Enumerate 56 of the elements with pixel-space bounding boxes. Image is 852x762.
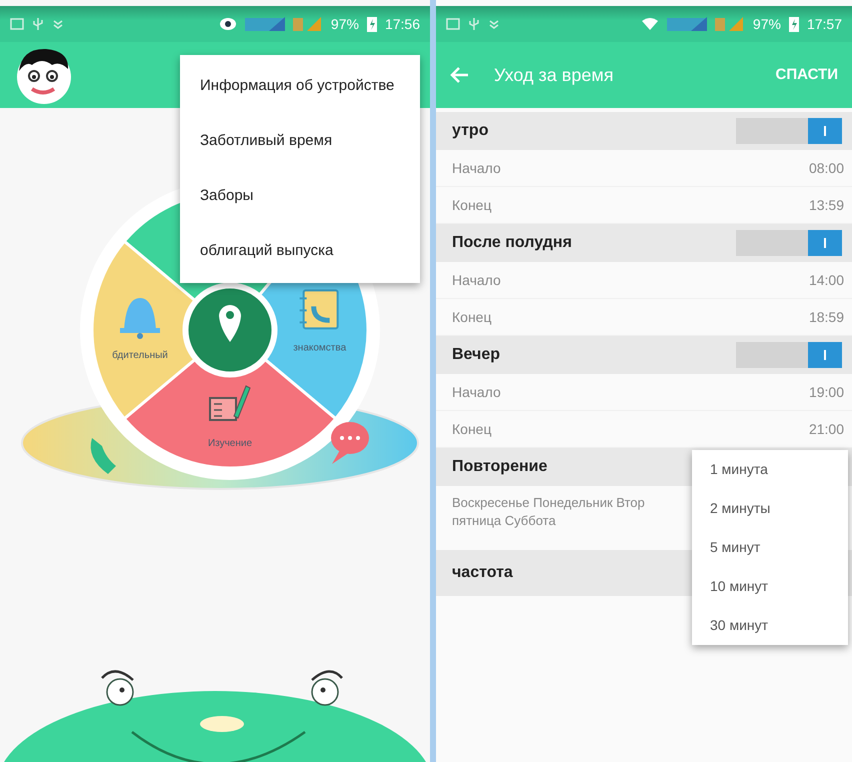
- menu-item[interactable]: облигаций выпуска: [180, 224, 420, 279]
- segment-label: знакомства: [293, 342, 346, 354]
- dropdown-option[interactable]: 1 минута: [692, 450, 848, 489]
- book-pencil-icon: [209, 385, 251, 421]
- toggle-thumb[interactable]: [808, 118, 842, 144]
- screen-title: Уход за время: [494, 64, 615, 87]
- row-label: Начало: [452, 158, 501, 178]
- row-label: Начало: [452, 270, 501, 290]
- usb-icon: [32, 17, 44, 31]
- wifi-icon: [640, 17, 659, 31]
- menu-item[interactable]: Заборы: [180, 169, 420, 224]
- dropdown-option[interactable]: 30 минут: [692, 606, 848, 645]
- battery-icon: [788, 16, 799, 32]
- chevron-icon: [52, 18, 64, 30]
- chat-bubble-icon[interactable]: [331, 422, 369, 464]
- toggle-switch[interactable]: [736, 342, 842, 368]
- row-label: Конец: [452, 308, 492, 327]
- location-pin-icon: [219, 305, 241, 342]
- clock: 17:57: [806, 14, 842, 34]
- dropdown-option[interactable]: 10 минут: [692, 567, 848, 606]
- battery-level: 97%: [330, 14, 359, 34]
- center-button[interactable]: [186, 286, 274, 374]
- section-title: частота: [452, 563, 513, 583]
- signal-icon: [666, 16, 707, 32]
- segment-label: бдительный: [112, 350, 168, 361]
- picture-icon: [10, 18, 24, 30]
- section-title: После полудня: [452, 233, 572, 253]
- back-arrow-icon[interactable]: [450, 66, 470, 84]
- toggle-switch[interactable]: [736, 230, 842, 256]
- toggle-thumb[interactable]: [808, 230, 842, 256]
- address-book-icon: [298, 289, 339, 330]
- chevron-icon: [488, 18, 500, 30]
- toggle-switch[interactable]: [736, 118, 842, 144]
- section-title: Вечер: [452, 345, 500, 365]
- usb-icon: [468, 17, 480, 31]
- segment-label: Изучение: [208, 438, 252, 449]
- battery-icon: [366, 16, 377, 32]
- section-title: утро: [452, 121, 488, 141]
- menu-item[interactable]: Информация об устройстве: [180, 59, 420, 114]
- dropdown-option[interactable]: 5 минут: [692, 528, 848, 567]
- signal-icon: [292, 16, 323, 32]
- row-label: Конец: [452, 196, 492, 215]
- toggle-thumb[interactable]: [808, 342, 842, 368]
- eye-icon: [218, 17, 237, 31]
- signal-icon: [714, 16, 745, 32]
- menu-item[interactable]: Заботливый время: [180, 114, 420, 169]
- clock: 17:56: [384, 14, 420, 34]
- wheel-segment[interactable]: [90, 240, 196, 420]
- battery-level: 97%: [752, 14, 781, 34]
- bell-icon: [120, 298, 160, 339]
- section-title: Повторение: [452, 457, 548, 477]
- row-label: Конец: [452, 420, 492, 439]
- dropdown-option[interactable]: 2 минуты: [692, 489, 848, 528]
- picture-icon: [446, 18, 460, 30]
- signal-icon: [244, 16, 285, 32]
- row-label: Начало: [452, 382, 501, 402]
